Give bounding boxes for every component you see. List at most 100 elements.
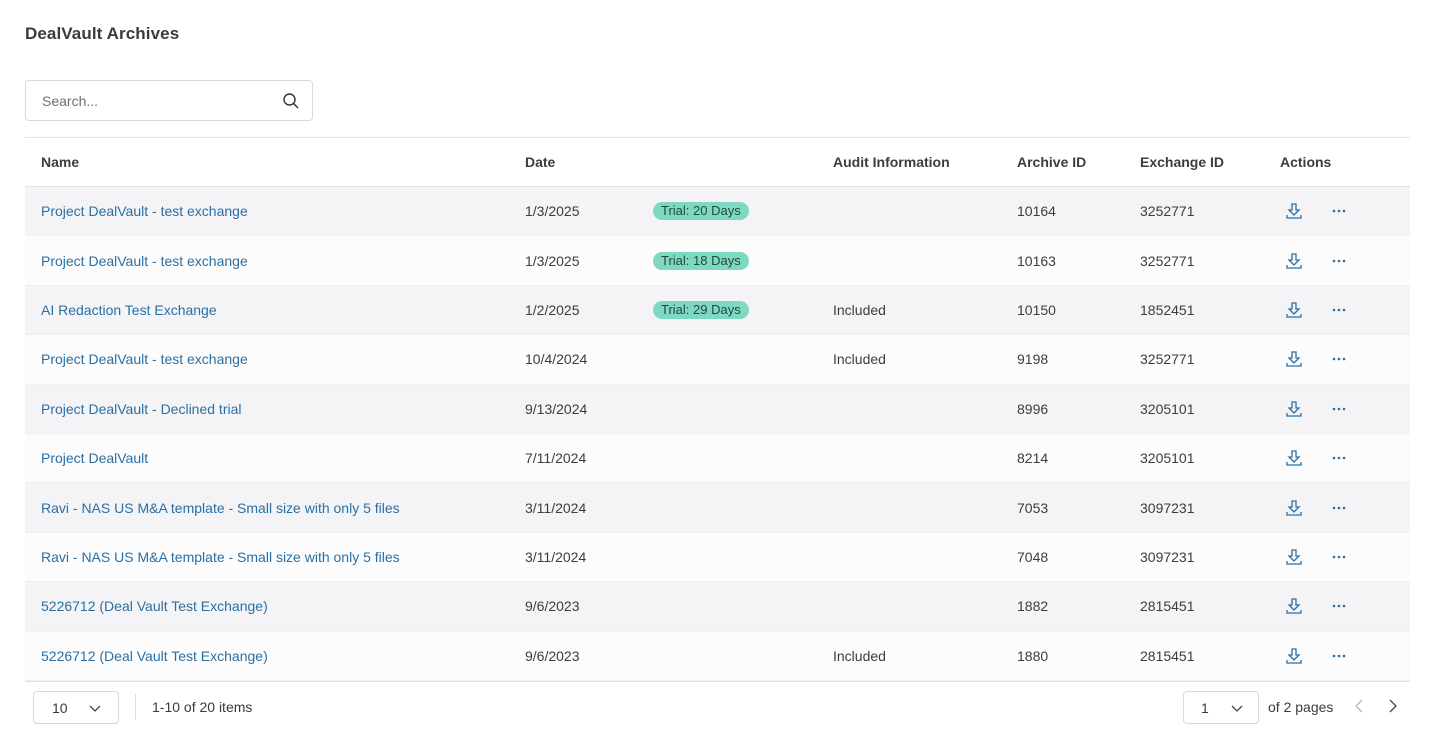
overflow-menu-icon [1332,654,1346,658]
archive-name-link[interactable]: AI Redaction Test Exchange [41,302,217,318]
name-cell: 5226712 (Deal Vault Test Exchange) [25,631,509,680]
archive-name-link[interactable]: Project DealVault - test exchange [41,351,248,367]
archive-name-link[interactable]: Ravi - NAS US M&A template - Small size … [41,500,400,516]
archive-name-link[interactable]: Project DealVault - Declined trial [41,401,242,417]
audit-cell [817,582,1001,631]
archive-id-cell: 7053 [1017,499,1049,516]
page-number-select[interactable]: 1 [1183,691,1259,724]
download-icon [1286,351,1302,368]
trial-badge: Trial: 18 Days [653,251,749,270]
download-button[interactable] [1282,397,1306,421]
exchange-id-cell: 3205101 [1140,400,1195,417]
download-icon [1286,648,1302,664]
audit-cell [817,384,1001,433]
trial-cell: Trial: 20 Days [637,187,817,236]
column-header-exchange-id[interactable]: Exchange ID [1124,138,1264,187]
trial-cell: Trial: 18 Days [637,236,817,285]
chevron-right-icon [1389,699,1397,713]
audit-cell: Included [833,647,886,664]
overflow-menu-button[interactable] [1327,594,1351,618]
overflow-menu-button[interactable] [1327,249,1351,273]
overflow-menu-icon [1332,506,1346,509]
trial-cell [637,631,817,680]
column-header-date[interactable]: Date [509,138,637,187]
audit-cell [817,187,1001,236]
search-box [25,80,313,121]
overflow-menu-icon [1332,259,1346,262]
items-per-page-value: 10 [52,699,68,716]
next-page-button[interactable] [1385,697,1401,720]
items-per-page-select[interactable]: 10 [33,691,119,724]
name-cell: Project DealVault - test exchange [25,335,509,384]
trial-cell [637,582,817,631]
column-header-name[interactable]: Name [25,138,509,187]
archive-name-link[interactable]: Project DealVault - test exchange [41,253,248,269]
actions-cell [1264,582,1410,631]
date-cell: 9/13/2024 [525,400,588,417]
date-cell: 9/6/2023 [525,598,580,615]
overflow-menu-button[interactable] [1327,496,1351,520]
trial-badge: Trial: 29 Days [653,300,749,319]
audit-cell: Included [833,301,886,318]
archive-id-cell: 10150 [1017,301,1056,318]
download-button[interactable] [1282,545,1306,569]
previous-page-button[interactable] [1351,697,1367,720]
name-cell: 5226712 (Deal Vault Test Exchange) [25,582,509,631]
name-cell: Project DealVault [25,433,509,482]
overflow-menu-button[interactable] [1327,397,1351,421]
download-button[interactable] [1282,496,1306,520]
divider [135,694,136,720]
search-input[interactable] [26,81,266,120]
date-cell: 3/11/2024 [525,499,587,516]
search-icon[interactable] [282,92,300,110]
date-cell: 3/11/2024 [525,548,587,565]
download-button[interactable] [1282,249,1306,273]
column-header-audit[interactable]: Audit Information [817,138,1001,187]
download-button[interactable] [1282,347,1306,371]
page-number-value: 1 [1201,700,1209,716]
download-button[interactable] [1282,298,1306,322]
column-header-actions: Actions [1280,154,1332,170]
audit-cell [817,433,1001,482]
chevron-left-icon [1355,699,1363,713]
overflow-menu-button[interactable] [1327,545,1351,569]
exchange-id-cell: 1852451 [1140,301,1195,318]
archive-name-link[interactable]: Ravi - NAS US M&A template - Small size … [41,549,400,565]
table-row: Project DealVault - Declined trial 9/13/… [25,384,1410,434]
download-button[interactable] [1282,644,1306,668]
overflow-menu-button[interactable] [1327,298,1351,322]
archive-name-link[interactable]: 5226712 (Deal Vault Test Exchange) [41,598,268,614]
name-cell: AI Redaction Test Exchange [25,285,509,334]
archive-id-cell: 8214 [1017,450,1049,467]
download-button[interactable] [1282,446,1306,470]
table-row: AI Redaction Test Exchange 1/2/2025 Tria… [25,285,1410,335]
download-button[interactable] [1282,199,1306,223]
archive-name-link[interactable]: Project DealVault - test exchange [41,203,248,219]
actions-cell [1264,335,1410,384]
name-cell: Ravi - NAS US M&A template - Small size … [25,532,509,581]
overflow-menu-button[interactable] [1327,199,1351,223]
actions-cell [1264,483,1410,532]
overflow-menu-button[interactable] [1327,347,1351,371]
download-icon [1286,549,1302,565]
audit-cell [817,483,1001,532]
archive-name-link[interactable]: Project DealVault [41,450,148,466]
name-cell: Project DealVault - test exchange [25,236,509,285]
overflow-menu-button[interactable] [1327,644,1351,668]
audit-cell [817,532,1001,581]
column-header-archive-id[interactable]: Archive ID [1001,138,1124,187]
download-icon [1286,401,1302,417]
table-row: Project DealVault - test exchange 10/4/2… [25,334,1410,385]
audit-cell [817,236,1001,285]
overflow-menu-button[interactable] [1327,446,1351,470]
download-button[interactable] [1282,594,1306,618]
archives-page: DealVault Archives Name Date Audit Infor… [0,0,1431,745]
download-icon [1286,203,1302,219]
pagination-bar: 10 1-10 of 20 items 1 of 2 pages [25,681,1410,733]
trial-cell [637,335,817,384]
overflow-menu-icon [1332,555,1346,559]
total-pages-text: of 2 pages [1268,699,1334,715]
column-header-trial [637,138,817,187]
date-cell: 1/3/2025 [525,203,580,220]
archive-name-link[interactable]: 5226712 (Deal Vault Test Exchange) [41,648,268,664]
